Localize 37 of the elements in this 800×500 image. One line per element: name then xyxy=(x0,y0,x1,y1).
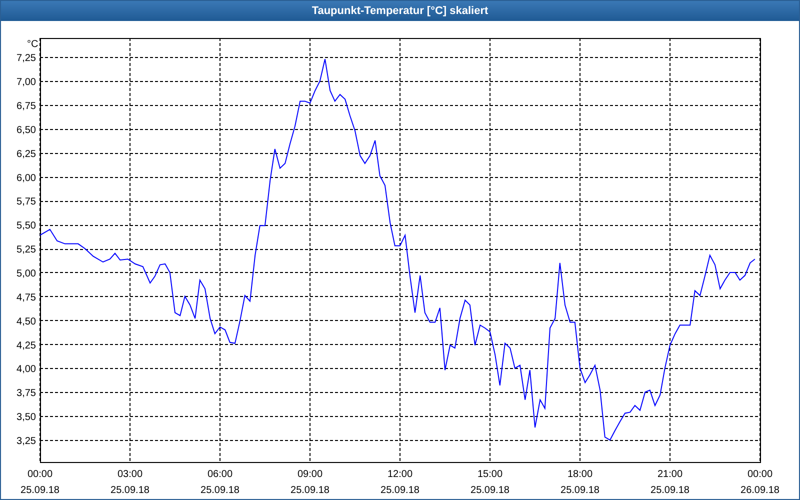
x-tick-label: 06:00 xyxy=(207,469,233,480)
y-tick-label: 4,75 xyxy=(16,292,36,304)
x-tick-date: 25.09.18 xyxy=(470,485,510,496)
x-tick-label: 15:00 xyxy=(477,469,503,480)
y-tick-label: 4,50 xyxy=(16,316,36,328)
y-tick-label: 5,00 xyxy=(16,268,36,280)
y-tick-label: 6,25 xyxy=(16,148,36,160)
x-tick-date: 25.09.18 xyxy=(560,485,600,496)
y-tick-label: 5,25 xyxy=(16,244,36,256)
y-tick-label: 7,25 xyxy=(16,53,36,64)
x-tick-label: 00:00 xyxy=(747,469,773,480)
x-tick-date: 25.09.18 xyxy=(650,485,690,496)
y-axis-unit: °C xyxy=(27,39,38,50)
y-tick-label: 4,25 xyxy=(16,340,36,352)
x-tick-date: 25.09.18 xyxy=(290,485,330,496)
x-tick-date: 25.09.18 xyxy=(380,485,420,496)
y-tick-label: 3,25 xyxy=(16,436,36,447)
y-tick-label: 6,00 xyxy=(16,172,36,184)
x-tick-date: 25.09.18 xyxy=(200,485,240,496)
x-tick-date: 26.09.18 xyxy=(740,485,780,496)
x-tick-label: 00:00 xyxy=(27,469,53,480)
x-tick-label: 21:00 xyxy=(657,469,683,480)
x-tick-label: 18:00 xyxy=(567,469,593,480)
y-tick-label: 5,75 xyxy=(16,196,36,208)
y-tick-label: 3,50 xyxy=(16,412,36,424)
y-tick-label: 6,50 xyxy=(16,124,36,136)
window-title: Taupunkt-Temperatur [°C] skaliert xyxy=(1,1,799,21)
x-tick-date: 25.09.18 xyxy=(20,485,60,496)
x-tick-label: 12:00 xyxy=(387,469,413,480)
y-tick-label: 4,00 xyxy=(16,364,36,376)
x-tick-date: 25.09.18 xyxy=(110,485,150,496)
y-tick-label: 6,75 xyxy=(16,101,36,112)
x-tick-label: 03:00 xyxy=(117,469,143,480)
y-tick-label: 7,00 xyxy=(16,77,36,88)
y-tick-label: 5,50 xyxy=(16,220,36,232)
x-tick-label: 09:00 xyxy=(297,469,323,480)
y-tick-label: 3,75 xyxy=(16,388,36,400)
